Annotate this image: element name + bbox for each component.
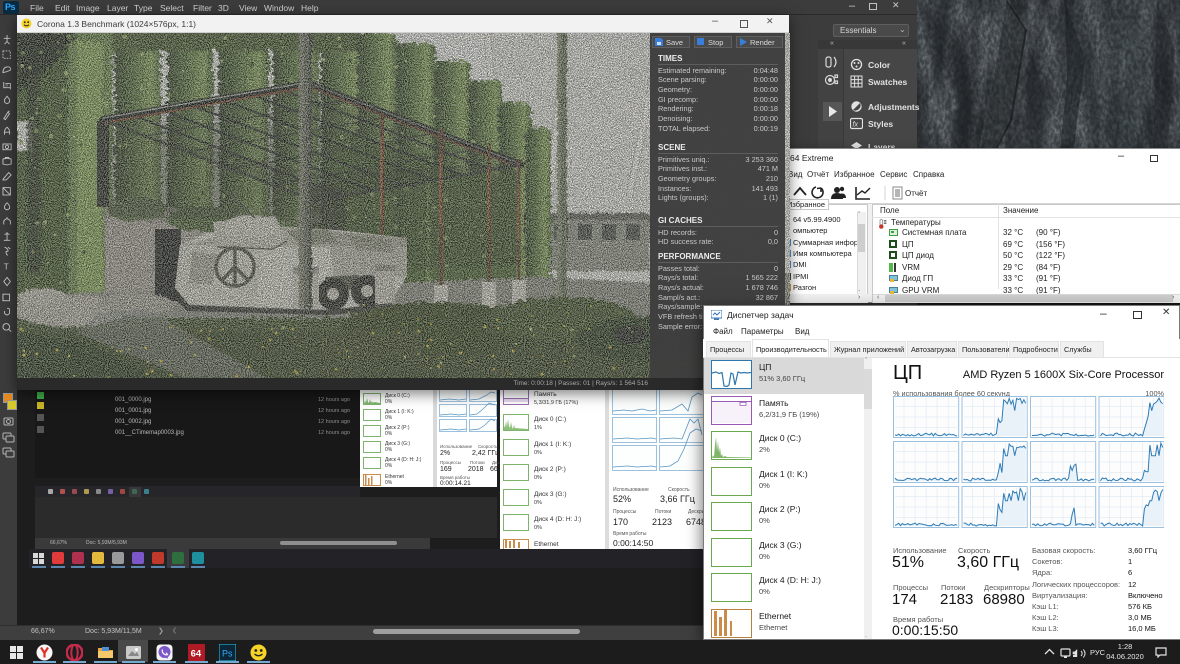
svg-text:64: 64 [191,649,202,660]
svg-text:Ps: Ps [222,649,233,659]
